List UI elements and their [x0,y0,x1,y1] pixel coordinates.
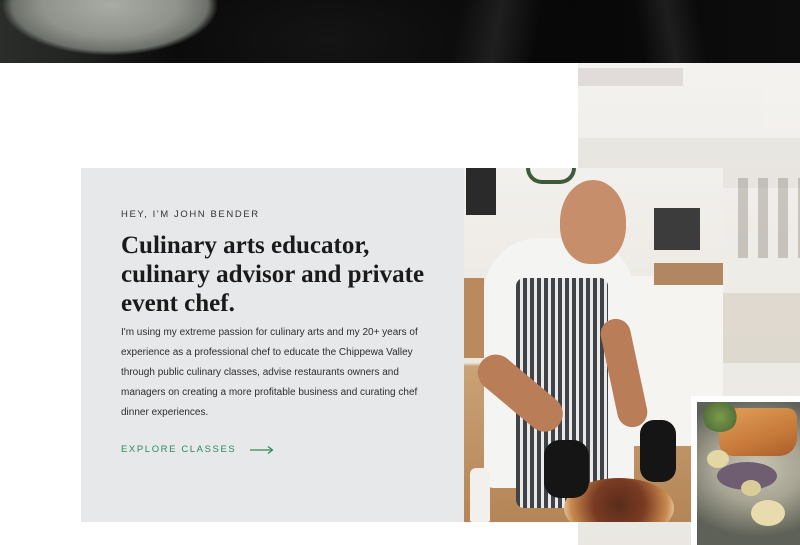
background-picture-frame [578,68,683,86]
chalkboard-sign [466,168,496,215]
dish-potato [751,500,785,526]
intro-headline: Culinary arts educator, culinary advisor… [121,232,425,317]
kitchen-cabinet [464,278,484,358]
intro-body-text: I'm using my extreme passion for culinar… [121,327,418,418]
dish-potato [741,480,761,496]
arrow-right-icon [250,445,274,454]
explore-classes-label: EXPLORE CLASSES [121,444,237,455]
chef-photo [464,168,723,522]
kitchen-shelf [654,263,723,285]
dish-greens [702,402,738,432]
hero-image-fold [560,0,760,63]
chef-glove [640,420,676,482]
kitchen-oven [654,208,700,250]
background-tray [718,293,800,363]
squeeze-bottle [470,468,490,522]
wreath-decoration [526,168,576,184]
chef-head [560,180,626,264]
explore-classes-link[interactable]: EXPLORE CLASSES [121,444,274,455]
intro-card: HEY, I'M JOHN BENDER Culinary arts educa… [81,168,464,522]
background-bottles [738,178,800,258]
chef-glove [544,440,589,498]
dish-potato [707,450,729,468]
plated-dish-photo [691,396,800,545]
top-hero-image [0,0,800,63]
intro-eyebrow: HEY, I'M JOHN BENDER [121,209,260,220]
